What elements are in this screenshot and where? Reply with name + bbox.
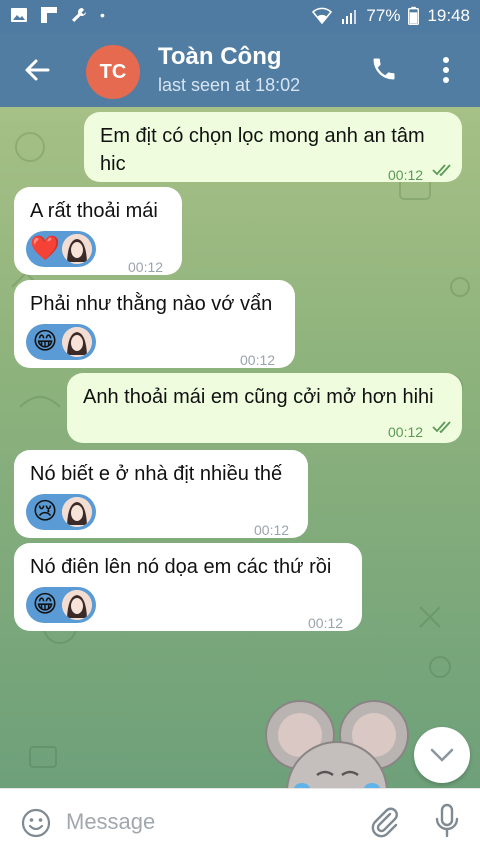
message-text-line: Em địt có chọn lọc mong anh an tâm (100, 125, 425, 147)
message-time: 00:12 (388, 424, 424, 440)
signal-icon (342, 10, 357, 24)
message-time: 00:12 (254, 522, 290, 538)
message-time: 00:12 (388, 167, 424, 183)
contact-name[interactable]: Toàn Công (158, 43, 282, 71)
wifi-icon (312, 7, 333, 25)
cry-reaction-icon: 😢 (32, 498, 58, 525)
gallery-icon (11, 8, 27, 22)
phone-call-icon[interactable] (370, 55, 398, 83)
emoji-icon[interactable] (20, 807, 52, 839)
message-bubble-incoming[interactable]: A rất thoải mái ❤️ 00:12 (14, 187, 182, 275)
chevron-down-icon (430, 748, 454, 762)
microphone-icon[interactable] (434, 803, 460, 839)
dot-icon: • (100, 7, 105, 23)
message-text-line: hic (100, 153, 126, 175)
scroll-to-bottom-button[interactable] (414, 727, 470, 783)
message-time: 00:12 (128, 259, 164, 275)
paperclip-icon[interactable] (368, 805, 400, 839)
message-text: Nó biết e ở nhà địt nhiều thế (30, 463, 283, 485)
message-text: Nó điên lên nó dọa em các thứ rồi (30, 556, 332, 578)
chat-header: TC Toàn Công last seen at 18:02 (0, 33, 480, 107)
chat-area[interactable]: Em địt có chọn lọc mong anh an tâm hic 0… (0, 107, 480, 788)
reaction-pill[interactable]: 😁 (26, 324, 96, 360)
read-double-check-icon (432, 421, 451, 433)
battery-icon (408, 6, 420, 25)
message-text: A rất thoải mái (30, 200, 158, 222)
message-text: Phải như thằng nào vớ vẩn (30, 293, 273, 315)
crying-mouse-sticker[interactable] (262, 697, 412, 788)
reactor-avatar (62, 327, 92, 357)
reaction-pill[interactable]: 😁 (26, 587, 96, 623)
heart-reaction-icon: ❤️ (30, 235, 60, 262)
message-bubble-incoming[interactable]: Phải như thằng nào vớ vẩn 😁 00:12 (14, 280, 295, 368)
message-bubble-incoming[interactable]: Nó điên lên nó dọa em các thứ rồi 😁 00:1… (14, 543, 362, 631)
reaction-pill[interactable]: 😢 (26, 494, 96, 530)
wrench-icon (72, 8, 86, 22)
reactor-avatar (62, 234, 92, 264)
flipboard-icon (41, 7, 57, 23)
grin-reaction-icon: 😁 (32, 328, 58, 355)
message-bubble-incoming[interactable]: Nó biết e ở nhà địt nhiều thế 😢 00:12 (14, 450, 308, 538)
more-options-icon[interactable] (438, 55, 454, 85)
reactor-avatar (62, 590, 92, 620)
message-bubble-outgoing[interactable]: Anh thoải mái em cũng cởi mở hơn hihi 00… (67, 373, 462, 443)
reaction-pill[interactable]: ❤️ (26, 231, 96, 267)
back-arrow-icon[interactable] (22, 55, 52, 85)
clock: 19:48 (427, 6, 470, 25)
read-double-check-icon (432, 164, 451, 176)
message-input-bar (0, 788, 480, 853)
status-bar: • 77% 19:48 (0, 0, 480, 33)
message-text: Anh thoải mái em cũng cởi mở hơn hihi (83, 386, 434, 408)
battery-percent: 77% (366, 6, 401, 25)
message-time: 00:12 (308, 615, 344, 631)
message-time: 00:12 (240, 352, 276, 368)
reactor-avatar (62, 497, 92, 527)
message-input[interactable] (66, 807, 346, 837)
avatar[interactable]: TC (86, 45, 140, 99)
contact-last-seen: last seen at 18:02 (158, 75, 301, 95)
message-bubble-outgoing[interactable]: Em địt có chọn lọc mong anh an tâm hic 0… (84, 112, 462, 183)
grin-reaction-icon: 😁 (32, 591, 58, 618)
